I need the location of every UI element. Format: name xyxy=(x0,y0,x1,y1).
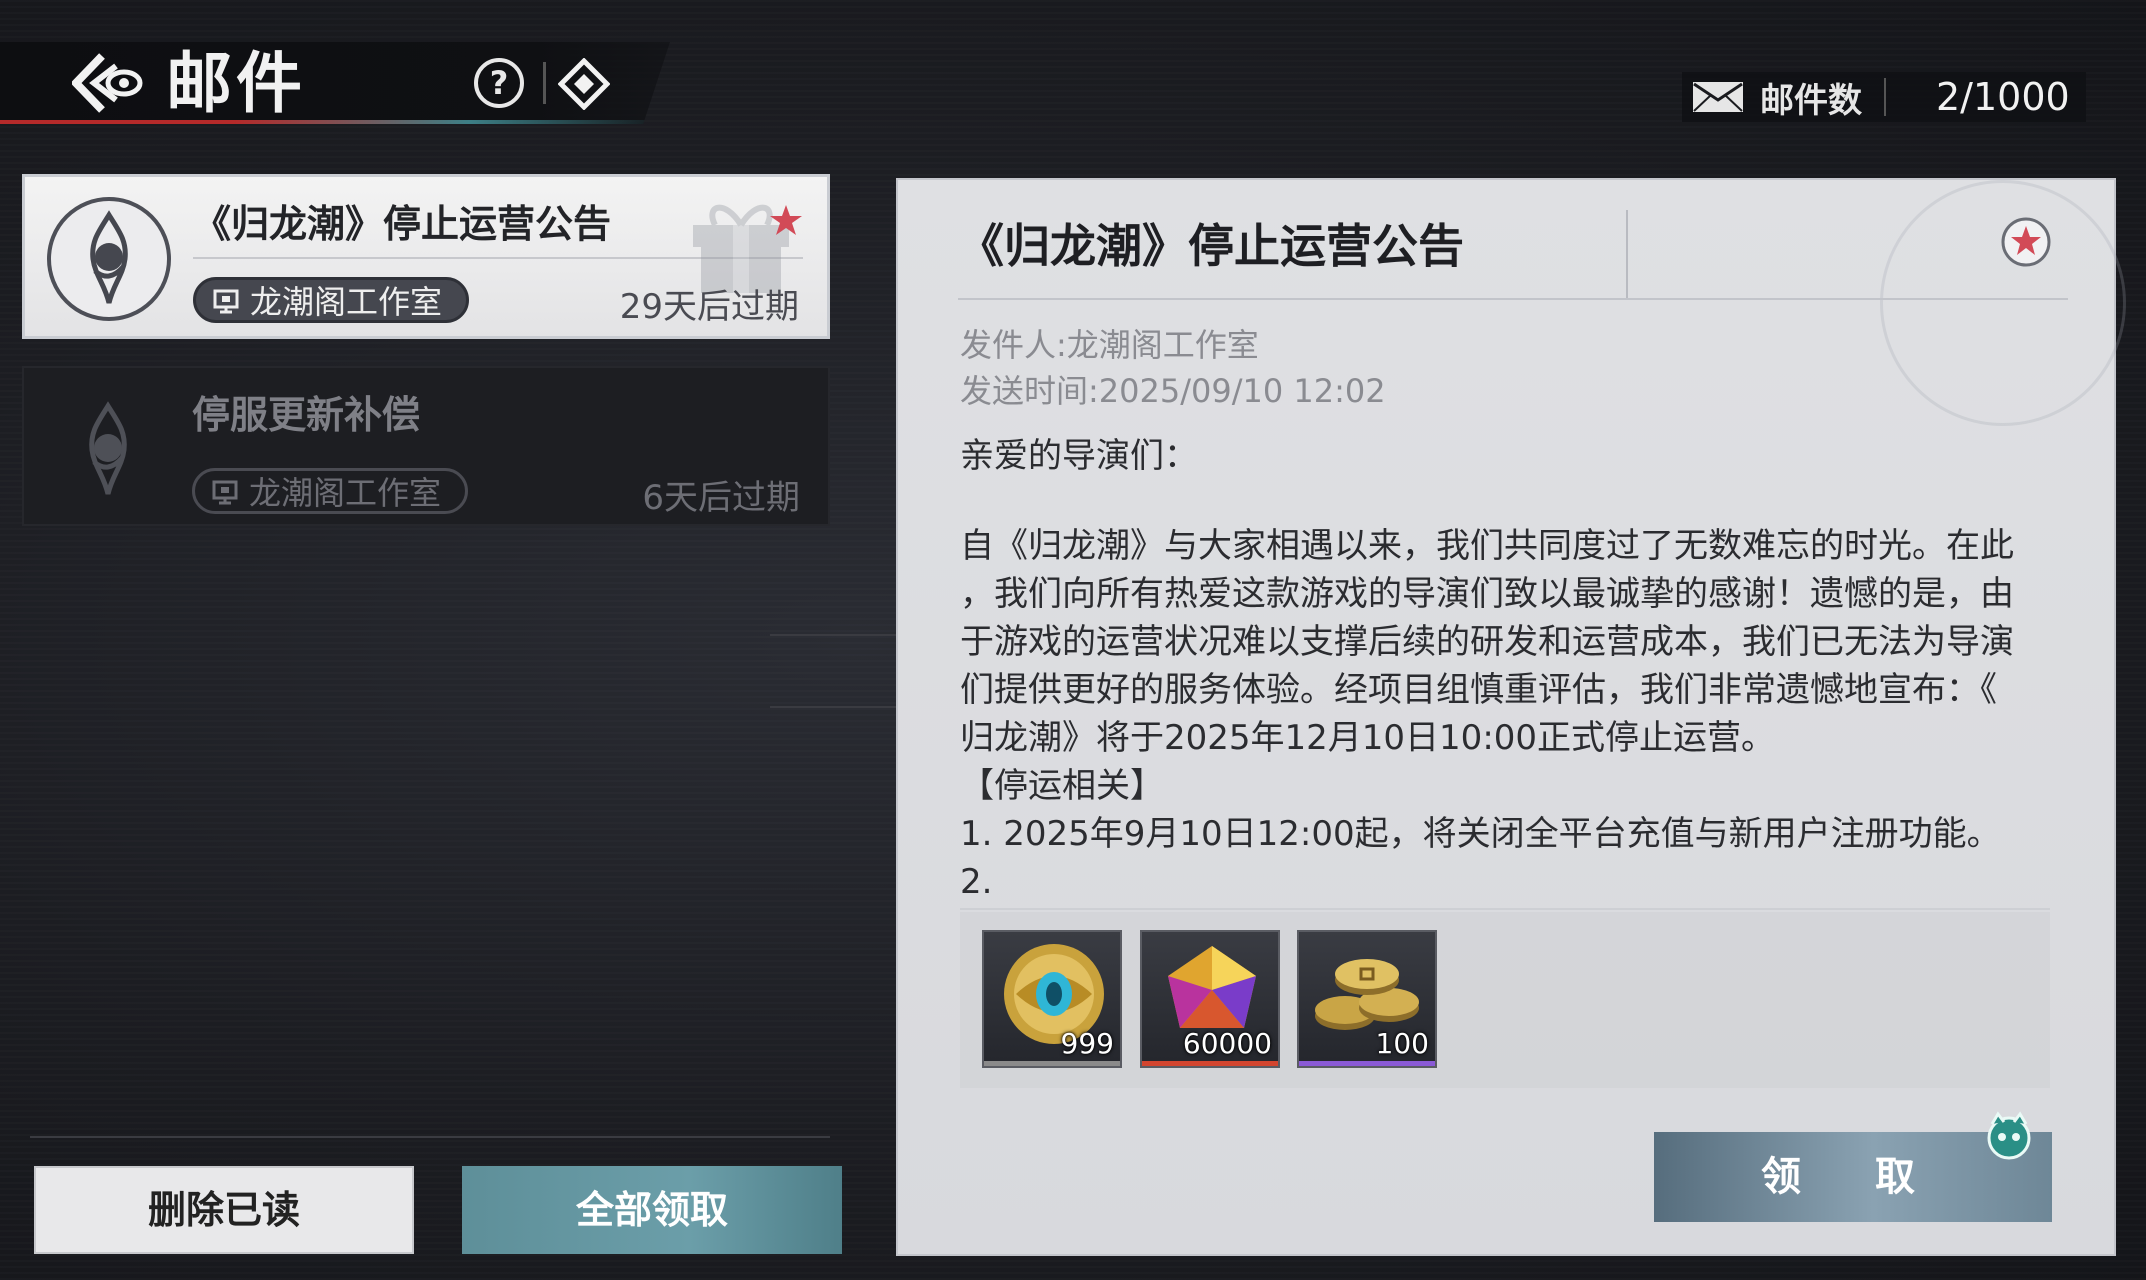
envelope-icon xyxy=(1692,81,1744,113)
studio-icon xyxy=(211,477,239,505)
mail-list-item-selected[interactable]: 《归龙潮》停止运营公告 龙潮阁工作室 29天后过期 xyxy=(22,174,830,339)
attachment-item[interactable]: 60000 xyxy=(1140,930,1280,1068)
body-line: 自《归龙潮》与大家相遇以来，我们共同度过了无数难忘的时光。在此 xyxy=(960,526,2014,566)
delete-read-button[interactable]: 删除已读 xyxy=(34,1166,414,1254)
expiry-text: 6天后过期 xyxy=(642,478,800,518)
body-line: 们提供更好的服务体验。经项目组慎重评估，我们非常遗憾地宣布：《 xyxy=(960,670,1997,710)
dragon-emblem-icon xyxy=(47,197,171,321)
diamond-icon[interactable] xyxy=(557,57,611,111)
item-quantity: 999 xyxy=(1060,1027,1114,1060)
studio-icon xyxy=(212,286,240,314)
body-line: 1. 2025年9月10日12:00起，将关闭全平台充值与新用户注册功能。 xyxy=(960,814,2001,854)
starred-mark-icon xyxy=(769,203,803,237)
detail-title-divider xyxy=(1626,210,1628,298)
attachment-item[interactable]: 100 xyxy=(1297,930,1437,1068)
star-icon[interactable] xyxy=(2000,216,2052,268)
page-title: 邮件 xyxy=(166,44,306,122)
attachment-item[interactable]: 999 xyxy=(982,930,1122,1068)
list-divider xyxy=(30,1136,830,1138)
mail-count-box: 邮件数 2/1000 xyxy=(1682,72,2086,122)
body-line: 于游戏的运营状况难以支撑后续的研发和运营成本，我们已无法为导演 xyxy=(960,622,2014,662)
detail-title: 《归龙潮》停止运营公告 xyxy=(958,219,1464,273)
help-icon[interactable]: ? xyxy=(474,58,524,108)
claim-all-button[interactable]: 全部领取 xyxy=(462,1166,842,1254)
sender-tag: 龙潮阁工作室 xyxy=(193,277,470,323)
header-divider xyxy=(543,62,546,104)
body-line: ，我们向所有热爱这款游戏的导演们致以最诚挚的感谢！遗憾的是，由 xyxy=(960,574,2014,614)
body-line: 归龙潮》将于2025年12月10日10:00正式停止运营。 xyxy=(960,718,1776,758)
mail-count-label: 邮件数 xyxy=(1760,80,1862,121)
mail-count-value: 2/1000 xyxy=(1936,75,2070,119)
sender-name: 龙潮阁工作室 xyxy=(249,474,442,512)
mail-title: 《归龙潮》停止运营公告 xyxy=(193,201,612,246)
detail-title-underline xyxy=(958,298,2068,300)
back-arrow-icon[interactable] xyxy=(70,50,146,116)
rarity-bar xyxy=(984,1061,1120,1066)
sender-tag: 龙潮阁工作室 xyxy=(192,468,469,514)
rarity-bar xyxy=(1299,1061,1435,1066)
deco-line xyxy=(770,706,900,708)
rarity-bar xyxy=(1142,1061,1278,1066)
item-quantity: 60000 xyxy=(1182,1027,1272,1060)
detail-greeting: 亲爱的导演们： xyxy=(960,436,1198,476)
detail-send-time: 发送时间:2025/09/10 12:02 xyxy=(960,372,1386,410)
body-line: 2. xyxy=(960,862,993,902)
detail-sender: 发件人:龙潮阁工作室 xyxy=(960,326,1259,364)
deco-line xyxy=(770,634,900,636)
attachment-area xyxy=(960,912,2050,1088)
attachment-divider xyxy=(960,908,2050,910)
sender-name: 龙潮阁工作室 xyxy=(250,283,443,321)
expiry-text: 29天后过期 xyxy=(619,287,799,327)
mascot-badge-icon xyxy=(1984,1110,2034,1160)
detail-body: 自《归龙潮》与大家相遇以来，我们共同度过了无数难忘的时光。在此 ，我们向所有热爱… xyxy=(960,522,2060,906)
mail-count-divider xyxy=(1884,78,1886,116)
mail-list-item[interactable]: 停服更新补偿 龙潮阁工作室 6天后过期 xyxy=(22,366,830,526)
dragon-emblem-icon xyxy=(46,388,170,512)
item-quantity: 100 xyxy=(1375,1027,1429,1060)
body-line: 【停运相关】 xyxy=(960,766,1164,806)
mail-title: 停服更新补偿 xyxy=(192,392,421,437)
